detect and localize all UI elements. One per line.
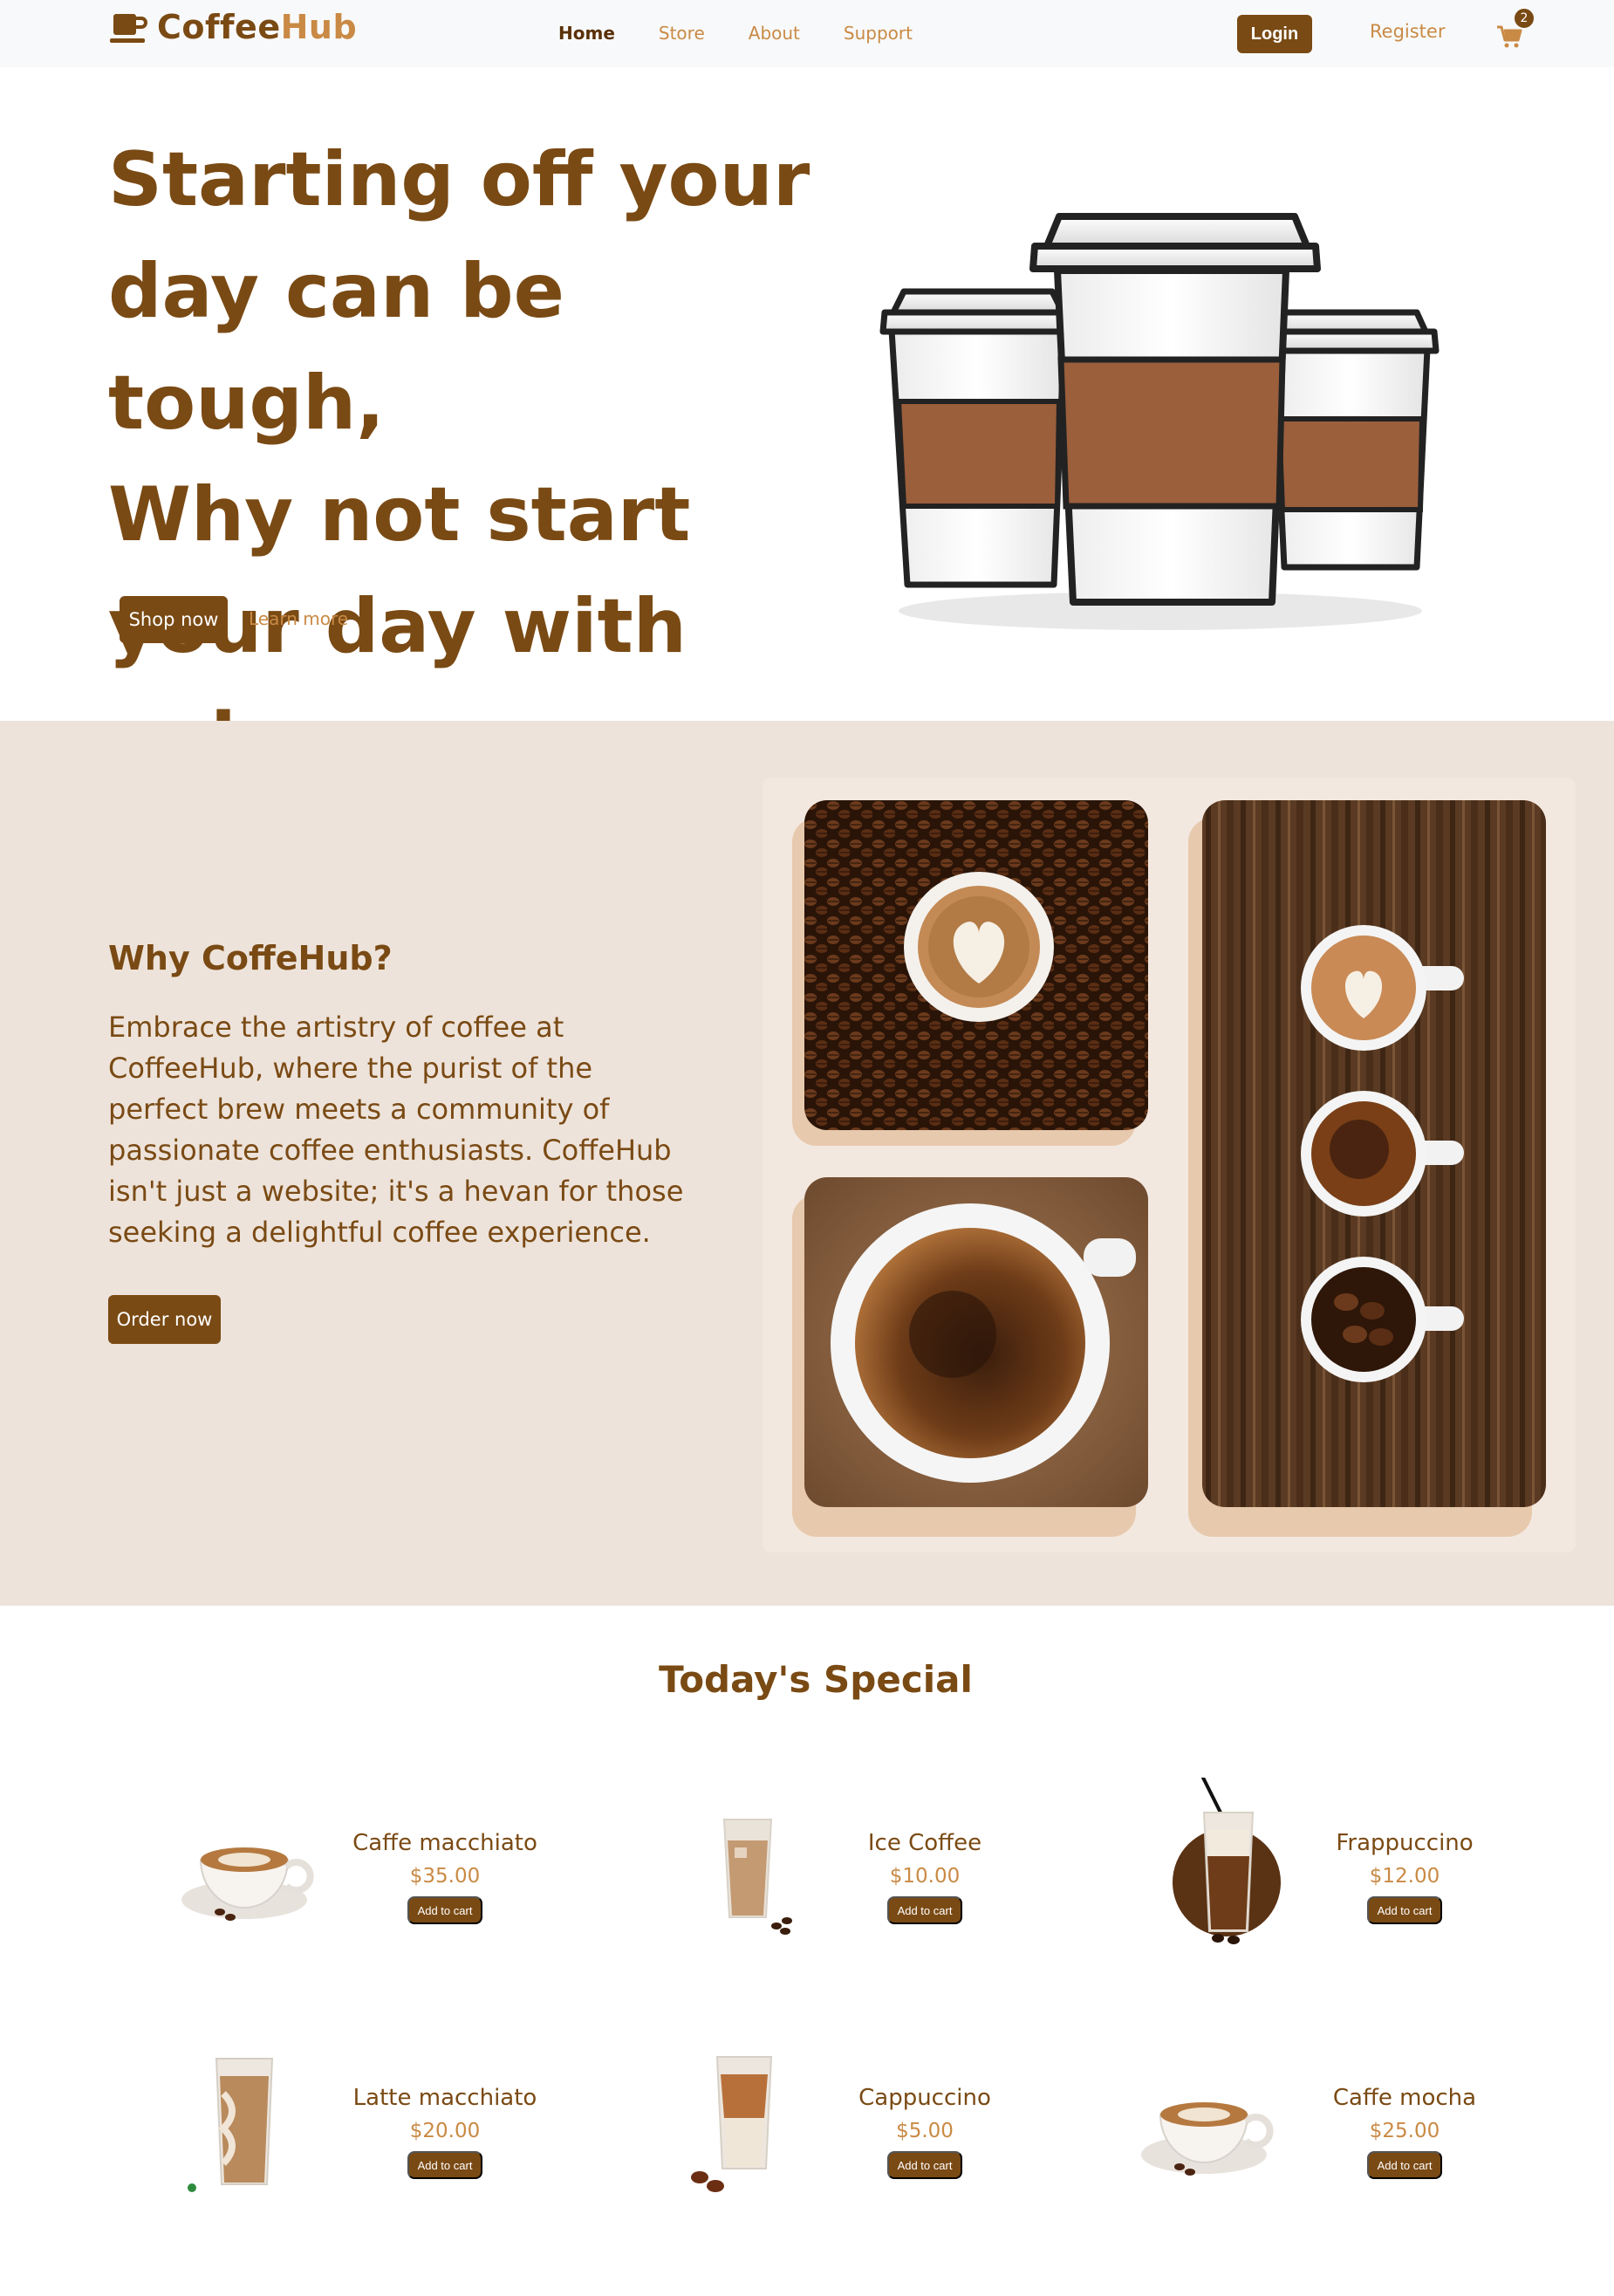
coffee-gallery [763, 778, 1576, 1552]
logo-text-coffee: Coffee [157, 8, 281, 46]
special-title: Today's Special [659, 1658, 973, 1701]
product-name: Caffe mocha [1332, 2085, 1477, 2111]
why-section: Why CoffeHub? Embrace the artistry of co… [0, 721, 1614, 1606]
product-name: Latte macchiato [352, 2085, 537, 2111]
espresso-cup-image [804, 1177, 1148, 1507]
shop-now-button[interactable]: Shop now [120, 596, 228, 643]
nav-link-store[interactable]: Store [659, 21, 705, 45]
product-price: $12.00 [1369, 1865, 1440, 1888]
nav-link-home[interactable]: Home [558, 21, 615, 45]
hero-coffee-cups-image [879, 213, 1440, 630]
three-cups-wood-image [1202, 800, 1546, 1507]
navbar: CoffeeHub Home Store About Support Login… [0, 0, 1614, 67]
product-name: Cappuccino [858, 2085, 991, 2111]
product-card: Frappuccino $12.00 Add to cart [1134, 1778, 1527, 1952]
why-heading: Why CoffeHub? [108, 939, 393, 977]
product-card: Cappuccino $5.00 Add to cart [654, 2032, 1047, 2207]
register-link[interactable]: Register [1370, 21, 1445, 42]
logo-text-hub: Hub [280, 8, 358, 46]
logo[interactable]: CoffeeHub [108, 7, 357, 47]
hero-title: Starting off your day can be tough, Why … [108, 124, 824, 794]
product-price: $20.00 [409, 2120, 481, 2142]
latte-art-beans-image [804, 800, 1148, 1130]
hero-title-line: Why not start [108, 471, 691, 559]
cart-count-badge: 2 [1513, 7, 1535, 30]
add-to-cart-button[interactable]: Add to cart [1367, 2151, 1442, 2179]
learn-more-link[interactable]: Learn more [249, 608, 348, 629]
logo-text: CoffeeHub [157, 8, 357, 46]
login-button[interactable]: Login [1237, 15, 1312, 53]
why-description: Embrace the artistry of coffee at Coffee… [108, 1011, 684, 1249]
hero-title-line: day can be tough, [108, 248, 565, 447]
product-price: $10.00 [889, 1865, 961, 1888]
product-name: Ice Coffee [867, 1830, 982, 1856]
hero-title-line: Starting off your [108, 136, 810, 223]
add-to-cart-button[interactable]: Add to cart [407, 1896, 482, 1924]
page: CoffeeHub Home Store About Support Login… [0, 0, 1614, 2296]
coffee-cup-icon [110, 14, 147, 43]
product-card: Caffe macchiato $35.00 Add to cart [174, 1778, 567, 1952]
add-to-cart-button[interactable]: Add to cart [887, 2151, 962, 2179]
product-price: $35.00 [409, 1865, 481, 1888]
product-price: $5.00 [896, 2120, 954, 2142]
product-name: Frappuccino [1336, 1830, 1474, 1856]
product-card: Ice Coffee $10.00 Add to cart [654, 1778, 1047, 1952]
nav-links: Home Store About Support [558, 21, 956, 45]
add-to-cart-button[interactable]: Add to cart [407, 2151, 482, 2179]
order-now-button[interactable]: Order now [108, 1295, 221, 1344]
add-to-cart-button[interactable]: Add to cart [1367, 1896, 1442, 1924]
product-name: Caffe macchiato [352, 1830, 537, 1856]
nav-link-about[interactable]: About [749, 21, 800, 45]
nav-link-support[interactable]: Support [844, 21, 913, 45]
product-price: $25.00 [1369, 2120, 1440, 2142]
cart-button[interactable]: 2 [1494, 7, 1535, 51]
add-to-cart-button[interactable]: Add to cart [887, 1896, 962, 1924]
product-card: Latte macchiato $20.00 Add to cart [174, 2032, 567, 2207]
product-card: Caffe mocha $25.00 Add to cart [1134, 2032, 1527, 2207]
